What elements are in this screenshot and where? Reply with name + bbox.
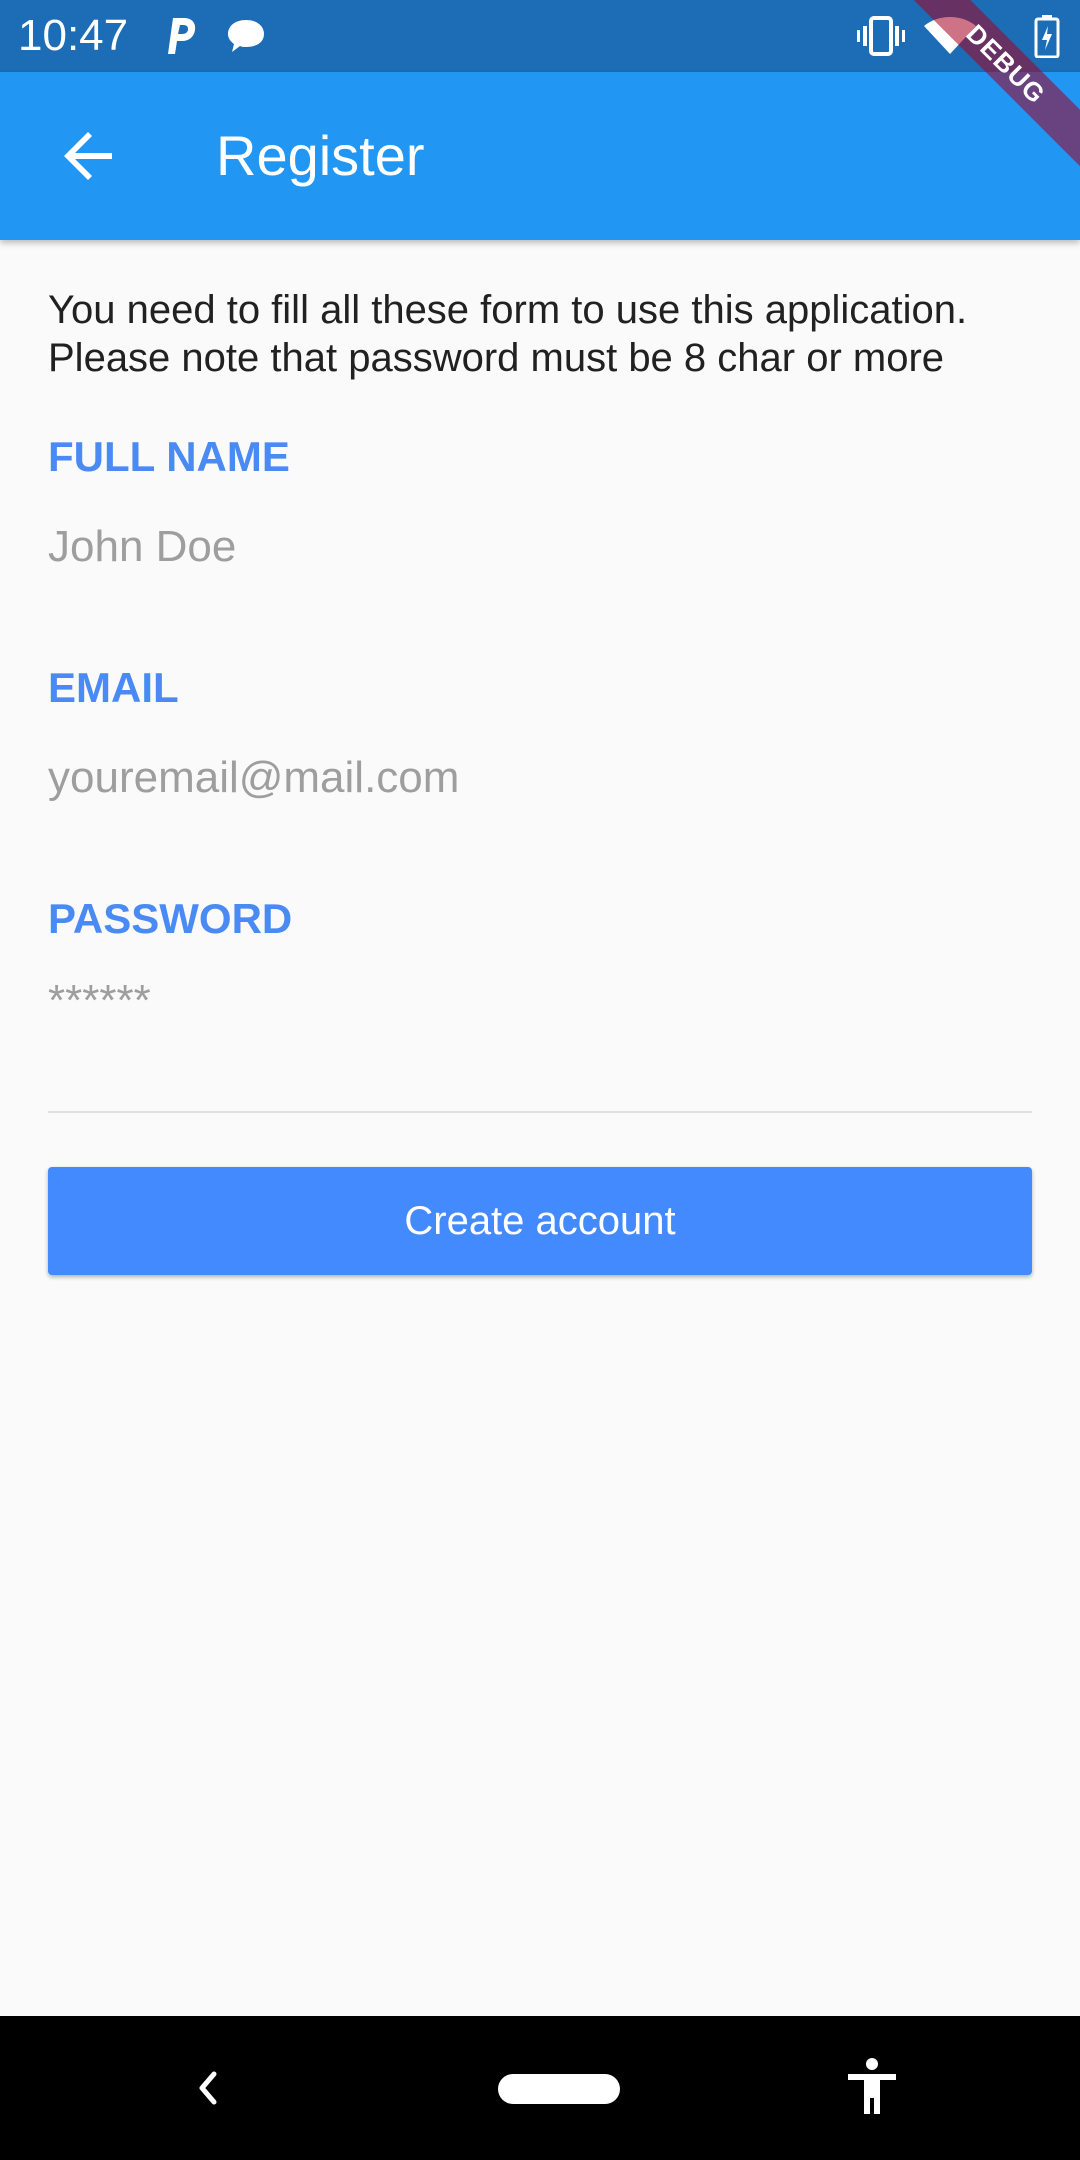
create-account-button[interactable]: Create account [48,1167,1032,1275]
intro-text: You need to fill all these form to use t… [48,288,968,380]
arrow-back-icon [64,132,112,180]
password-label: PASSWORD [48,895,293,942]
email-field: EMAIL [48,663,1032,805]
email-input[interactable] [48,751,1032,805]
back-button[interactable] [40,108,136,204]
battery-charging-icon [1034,15,1060,58]
parking-notification-icon [168,18,196,54]
system-nav-bar [0,2016,1080,2160]
register-screen: 10:47 Register DEBUG You need to fill al… [0,0,1080,2160]
page-title: Register [216,124,425,187]
home-pill-icon[interactable] [496,2052,622,2124]
password-underline [48,1111,1032,1113]
status-bar: 10:47 [0,0,1080,72]
back-nav-icon[interactable] [172,2052,244,2124]
full-name-label: FULL NAME [48,433,290,480]
accessibility-icon[interactable] [836,2052,908,2124]
vibrate-icon [857,16,905,56]
full-name-input[interactable] [48,520,1032,574]
status-time: 10:47 [18,11,129,60]
app-bar: Register [0,72,1080,240]
chat-bubble-icon [228,20,264,52]
full-name-field: FULL NAME [48,432,1032,574]
email-label: EMAIL [48,664,179,711]
register-form: You need to fill all these form to use t… [48,240,1032,1275]
password-input[interactable] [48,974,1032,1028]
wifi-icon [924,17,976,54]
password-field: PASSWORD [48,894,1032,1028]
